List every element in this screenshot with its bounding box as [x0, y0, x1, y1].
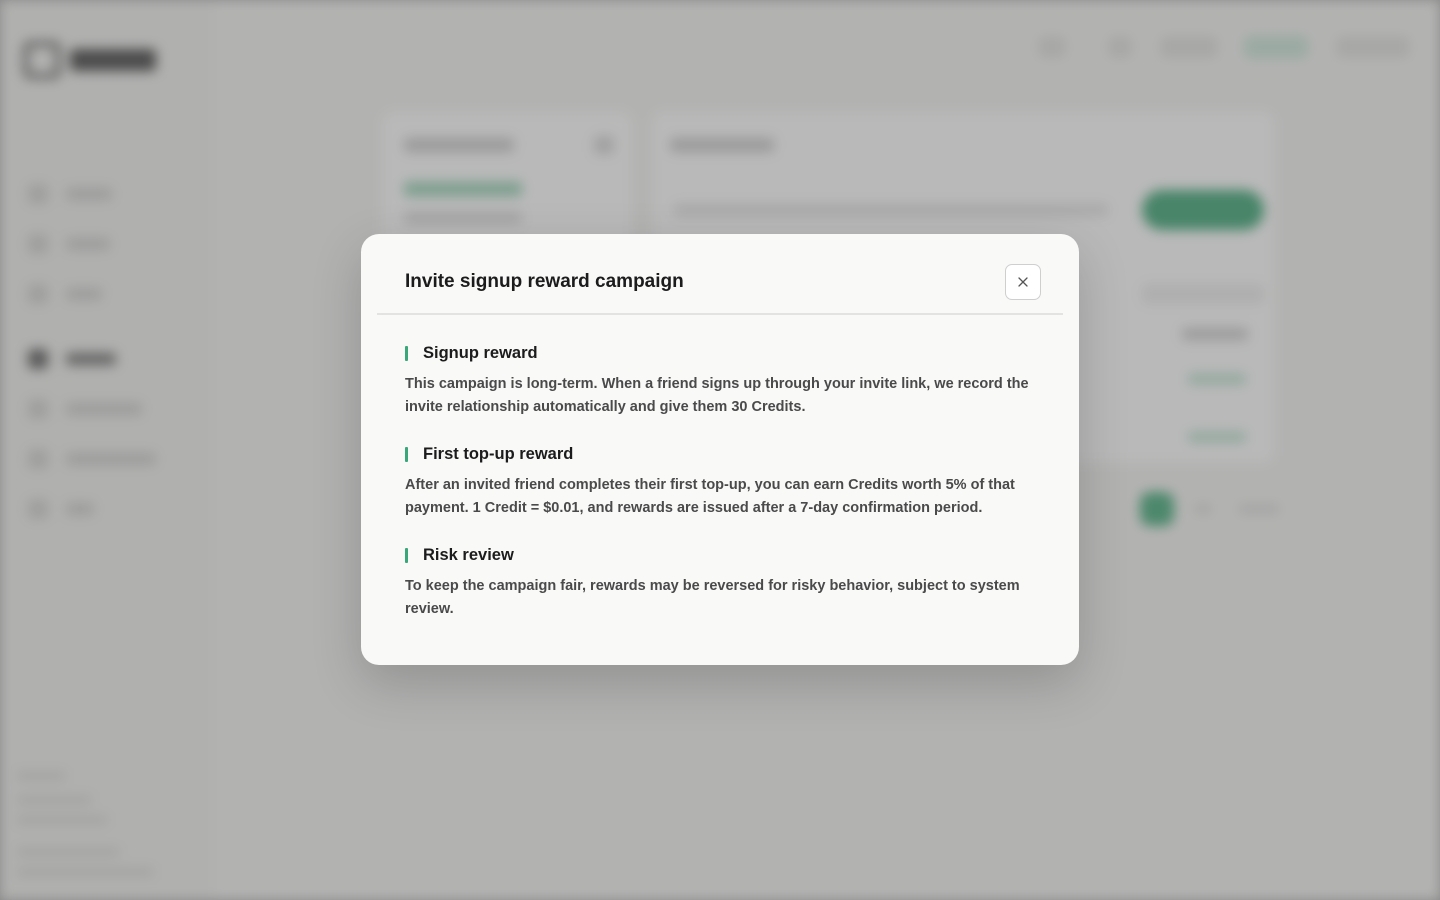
section-heading: First top-up reward	[405, 444, 1035, 464]
section-body: This campaign is long-term. When a frien…	[405, 376, 1029, 415]
close-button[interactable]	[1005, 264, 1041, 300]
section-risk-review: Risk review To keep the campaign fair, r…	[405, 545, 1035, 621]
accent-bar	[405, 547, 408, 563]
section-body: After an invited friend completes their …	[405, 477, 1015, 516]
section-signup-reward: Signup reward This campaign is long-term…	[405, 343, 1035, 419]
section-body: To keep the campaign fair, rewards may b…	[405, 578, 1020, 617]
accent-bar	[405, 446, 408, 462]
section-heading: Signup reward	[405, 343, 1035, 363]
section-title: Risk review	[423, 545, 514, 564]
section-title: First top-up reward	[423, 444, 574, 463]
dialog-title: Invite signup reward campaign	[405, 271, 684, 292]
accent-bar	[405, 345, 408, 361]
campaign-info-dialog: Invite signup reward campaign Signup rew…	[361, 234, 1079, 665]
section-title: Signup reward	[423, 343, 538, 362]
dialog-divider	[377, 313, 1063, 315]
section-first-topup-reward: First top-up reward After an invited fri…	[405, 444, 1035, 520]
close-icon	[1018, 277, 1028, 287]
section-heading: Risk review	[405, 545, 1035, 565]
